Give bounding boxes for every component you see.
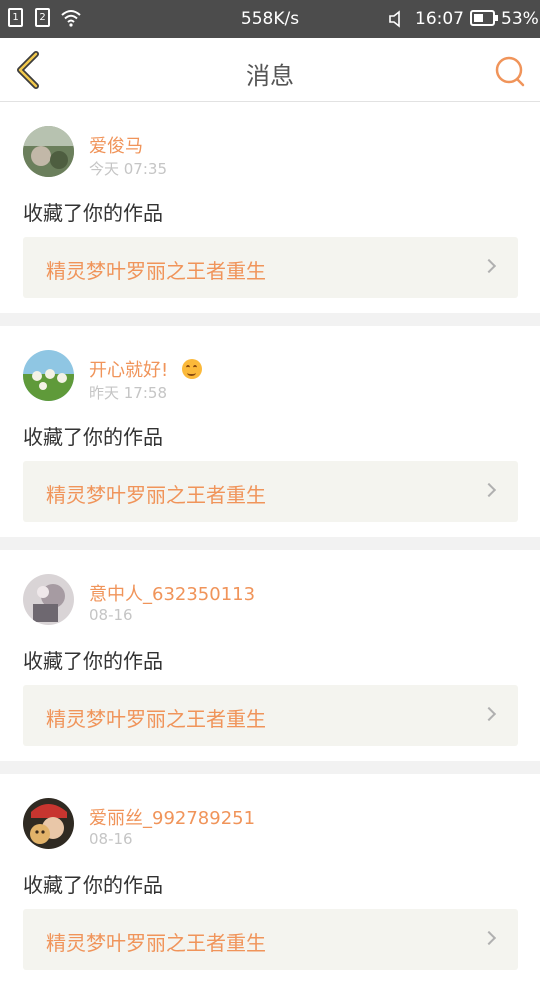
message-action: 收藏了你的作品: [23, 873, 163, 897]
chevron-right-icon: [481, 258, 497, 274]
user-name-text: 爱俊马: [89, 136, 143, 157]
user-name[interactable]: 爱丽丝_992789251: [89, 804, 255, 830]
message-item: 爱俊马 今天 07:35 收藏了你的作品 精灵梦叶罗丽之王者重生: [0, 102, 540, 313]
work-link[interactable]: 精灵梦叶罗丽之王者重生: [23, 909, 518, 970]
mute-icon: [388, 9, 414, 34]
user-name[interactable]: 开心就好!: [89, 356, 202, 382]
user-name-text: 开心就好!: [89, 360, 169, 381]
status-bar: 1 2 558K/s 16:07 53%: [0, 0, 540, 38]
message-time: 08-16: [89, 830, 133, 848]
avatar[interactable]: [23, 574, 74, 625]
message-item: 开心就好! 昨天 17:58 收藏了你的作品 精灵梦叶罗丽之王者重生: [0, 326, 540, 537]
chevron-right-icon: [481, 706, 497, 722]
smiling-face-icon: [181, 359, 202, 379]
battery-percent: 53%: [501, 9, 539, 29]
work-title: 精灵梦叶罗丽之王者重生: [46, 259, 266, 283]
battery-fill: [474, 14, 483, 22]
status-time: 16:07: [415, 9, 464, 29]
avatar[interactable]: [23, 350, 74, 401]
avatar[interactable]: [23, 126, 74, 177]
search-icon: [495, 56, 525, 87]
user-name[interactable]: 爱俊马: [89, 132, 143, 158]
work-title: 精灵梦叶罗丽之王者重生: [46, 483, 266, 507]
work-link[interactable]: 精灵梦叶罗丽之王者重生: [23, 461, 518, 522]
chevron-right-icon: [481, 930, 497, 946]
work-title: 精灵梦叶罗丽之王者重生: [46, 707, 266, 731]
avatar[interactable]: [23, 798, 74, 849]
app-header: 消息: [0, 38, 540, 102]
chevron-right-icon: [481, 482, 497, 498]
message-time: 昨天 17:58: [89, 384, 167, 402]
message-item: 爱丽丝_992789251 08-16 收藏了你的作品 精灵梦叶罗丽之王者重生: [0, 774, 540, 985]
battery-icon: [470, 10, 498, 26]
message-time: 08-16: [89, 606, 133, 624]
message-action: 收藏了你的作品: [23, 649, 163, 673]
work-title: 精灵梦叶罗丽之王者重生: [46, 931, 266, 955]
work-link[interactable]: 精灵梦叶罗丽之王者重生: [23, 685, 518, 746]
message-list: 爱俊马 今天 07:35 收藏了你的作品 精灵梦叶罗丽之王者重生 开心就好! 昨…: [0, 102, 540, 985]
message-action: 收藏了你的作品: [23, 201, 163, 225]
message-action: 收藏了你的作品: [23, 425, 163, 449]
user-name-text: 意中人_632350113: [89, 584, 256, 605]
message-time: 今天 07:35: [89, 160, 167, 178]
search-button[interactable]: [493, 54, 527, 88]
battery-nub: [495, 15, 498, 21]
work-link[interactable]: 精灵梦叶罗丽之王者重生: [23, 237, 518, 298]
user-name[interactable]: 意中人_632350113: [89, 580, 255, 606]
page-title: 消息: [246, 62, 294, 90]
message-item: 意中人_632350113 08-16 收藏了你的作品 精灵梦叶罗丽之王者重生: [0, 550, 540, 761]
user-name-text: 爱丽丝_992789251: [89, 808, 256, 829]
